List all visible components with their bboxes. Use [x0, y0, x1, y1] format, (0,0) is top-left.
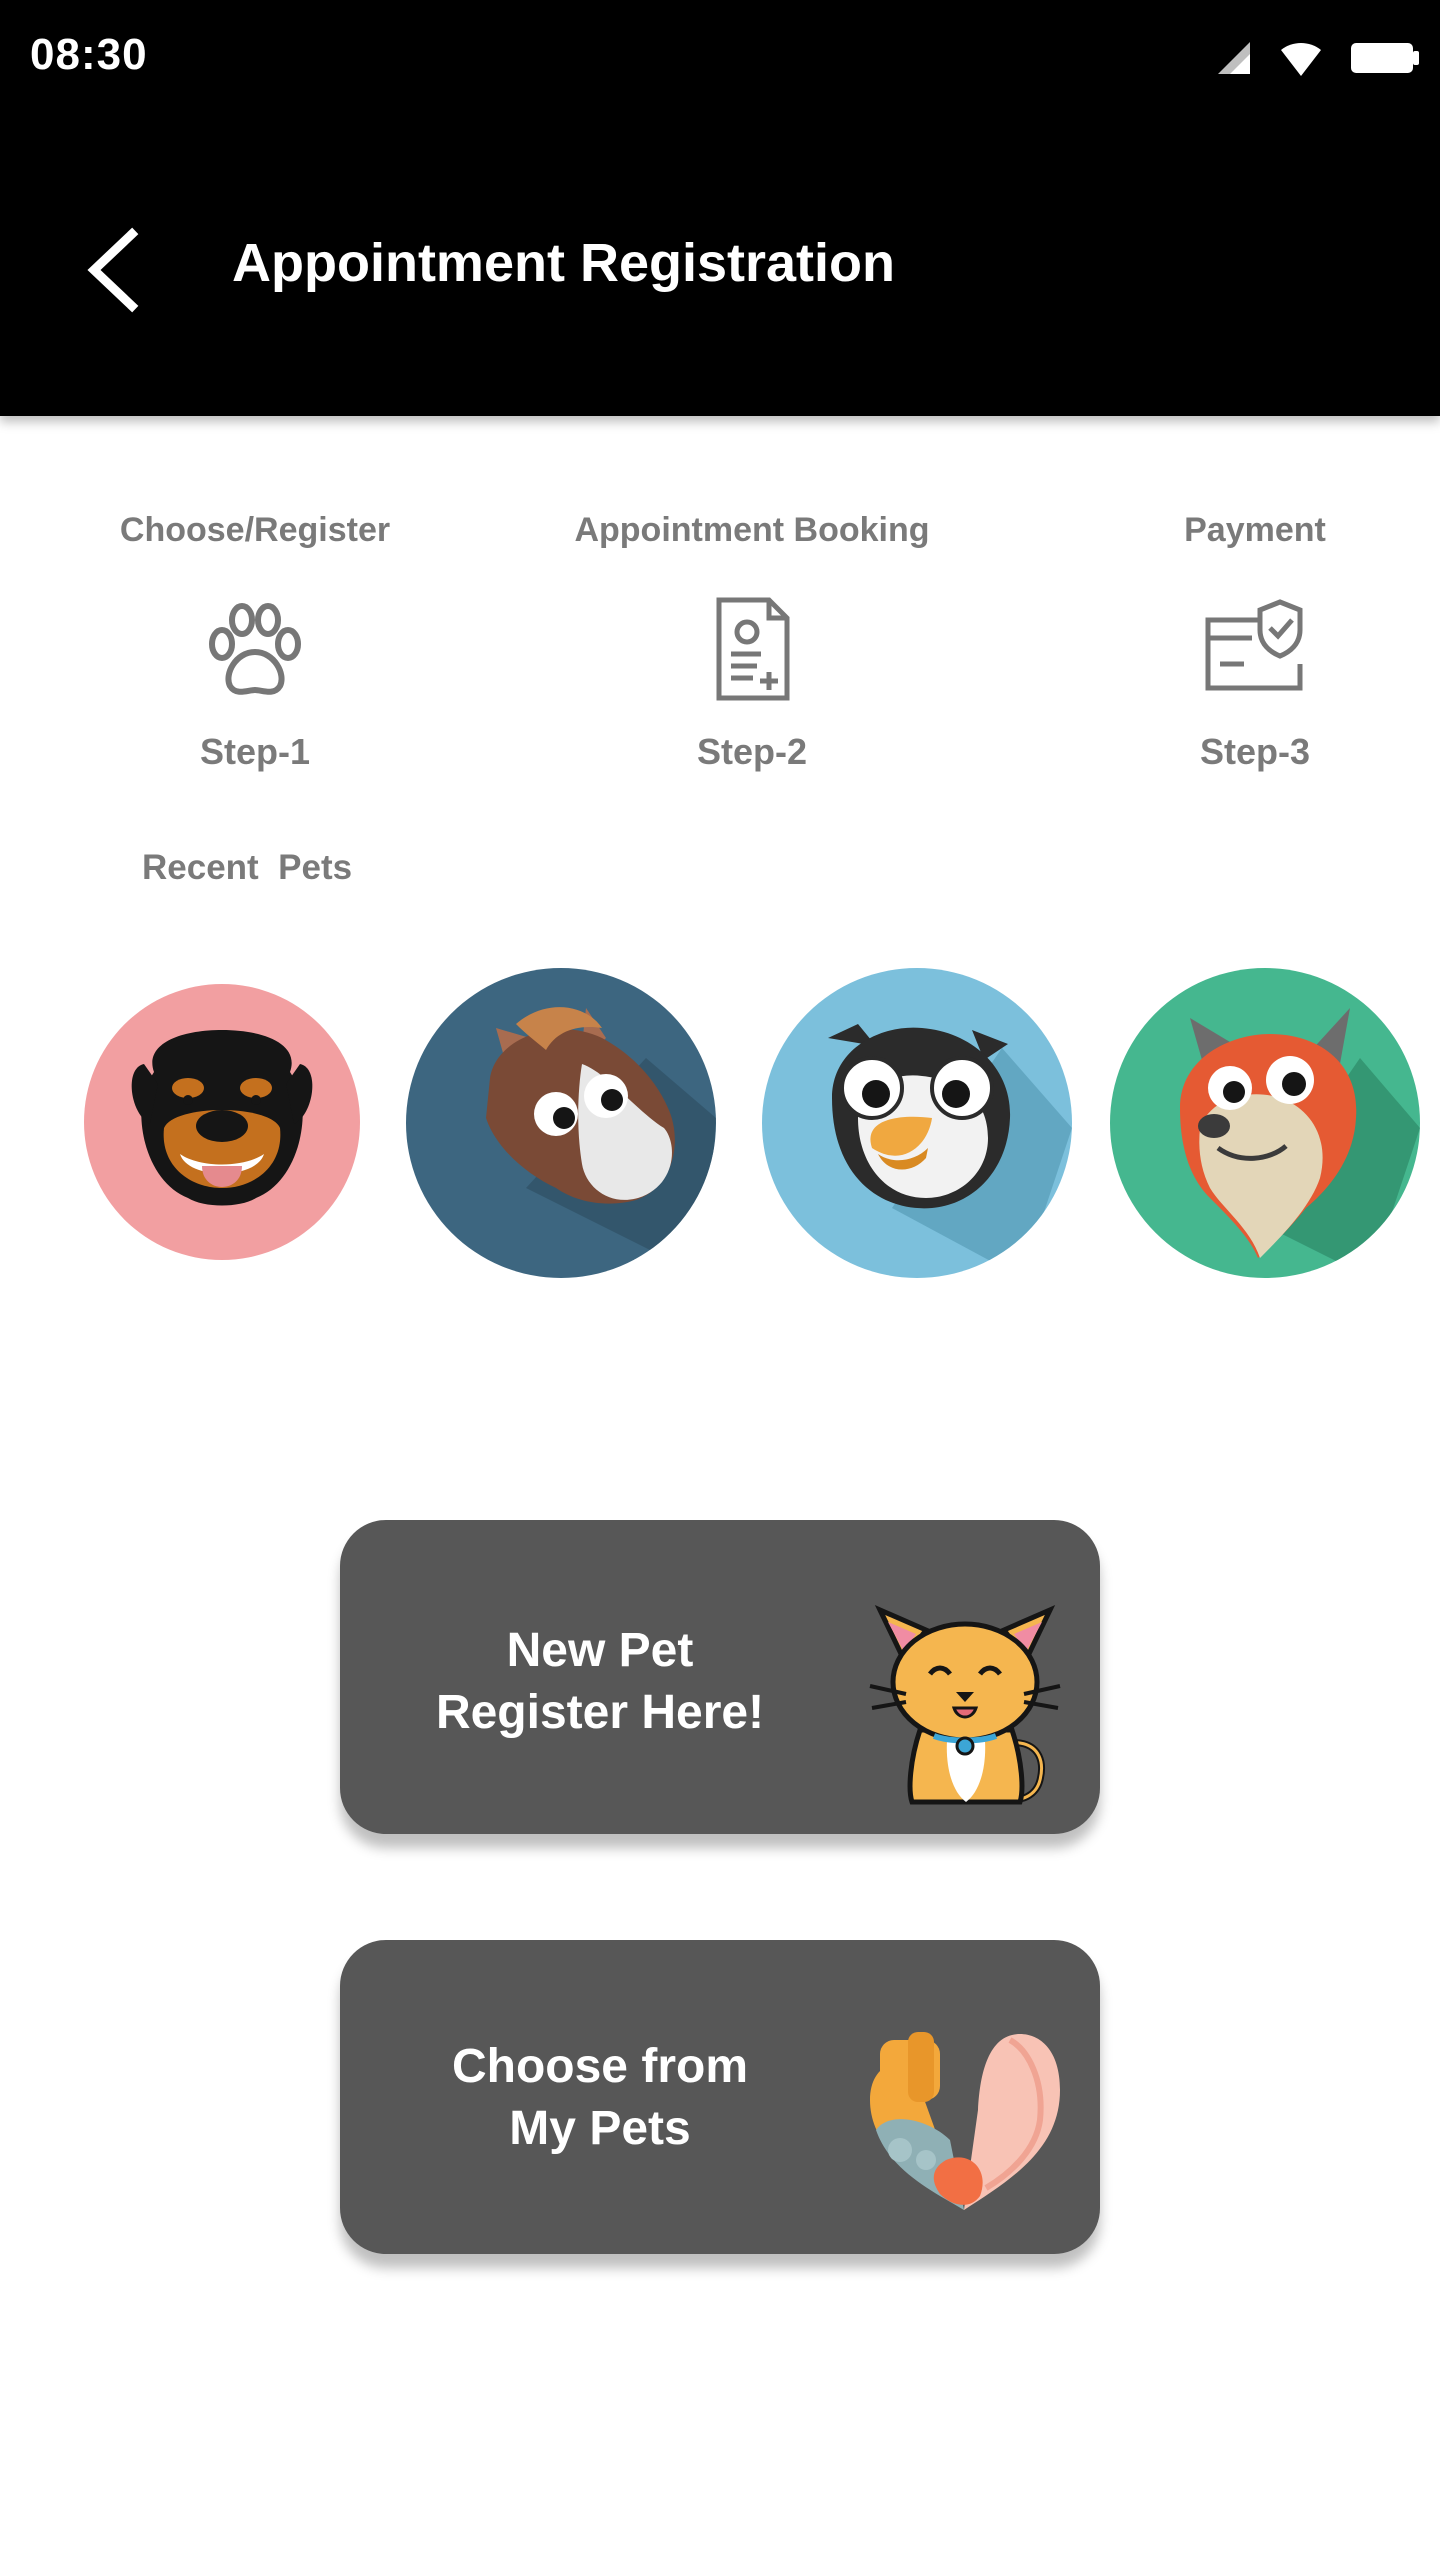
- chevron-left-icon: [87, 227, 139, 313]
- choose-pet-label: Choose from My Pets: [380, 2036, 820, 2160]
- cat-icon: [869, 1605, 1061, 1805]
- choose-my-pets-button[interactable]: Choose from My Pets: [340, 1940, 1100, 2254]
- pet-avatar-rottweiler[interactable]: [84, 984, 360, 1260]
- payment-verified-icon: [1205, 599, 1303, 691]
- horse-icon: [486, 1007, 716, 1278]
- new-pet-label-line2: Register Here!: [435, 1686, 765, 1739]
- paw-icon: [209, 603, 301, 695]
- pet-avatar-penguin[interactable]: [762, 968, 1072, 1278]
- step-label: Step-1: [199, 731, 311, 772]
- battery-icon: [1351, 43, 1419, 73]
- document-icon: [716, 597, 790, 701]
- step-title: Choose/Register: [119, 511, 391, 549]
- step-title: Appointment Booking: [574, 511, 930, 549]
- step-label: Step-2: [696, 731, 808, 772]
- status-bar: 08:30: [0, 0, 1440, 116]
- penguin-icon: [828, 1024, 1072, 1278]
- page-title: Appointment Registration: [232, 233, 895, 293]
- back-button[interactable]: [80, 220, 160, 320]
- step-3[interactable]: Payment Step-3: [1045, 500, 1440, 773]
- new-pet-register-button[interactable]: New Pet Register Here!: [340, 1520, 1100, 1834]
- rottweiler-icon: [131, 1030, 313, 1206]
- recent-pets-title: Recent Pets: [142, 848, 353, 887]
- step-2[interactable]: Appointment Booking Step-2: [542, 500, 962, 773]
- choose-pet-label-line1: Choose from: [451, 2040, 748, 2093]
- app-bar: Appointment Registration: [0, 116, 1440, 416]
- step-1[interactable]: Choose/Register Step-1: [45, 500, 465, 773]
- signal-icon: [1218, 42, 1250, 74]
- pet-avatar-fox[interactable]: [1110, 968, 1420, 1278]
- status-time: 08:30: [30, 30, 148, 79]
- pet-avatar-horse[interactable]: [406, 968, 716, 1278]
- fox-icon: [1180, 1008, 1420, 1278]
- step-indicator: Choose/Register Step-1 Appointment Booki…: [0, 500, 1440, 780]
- new-pet-label-line1: New Pet: [506, 1624, 694, 1677]
- recent-pets-list: [0, 960, 1440, 1290]
- wifi-icon: [1281, 42, 1321, 76]
- paw-heart-icon: [870, 2032, 1060, 2210]
- new-pet-label: New Pet Register Here!: [380, 1620, 820, 1744]
- status-icons: [1216, 36, 1420, 80]
- step-title: Payment: [1184, 511, 1326, 549]
- choose-pet-label-line2: My Pets: [509, 2102, 691, 2155]
- step-label: Step-3: [1199, 731, 1311, 772]
